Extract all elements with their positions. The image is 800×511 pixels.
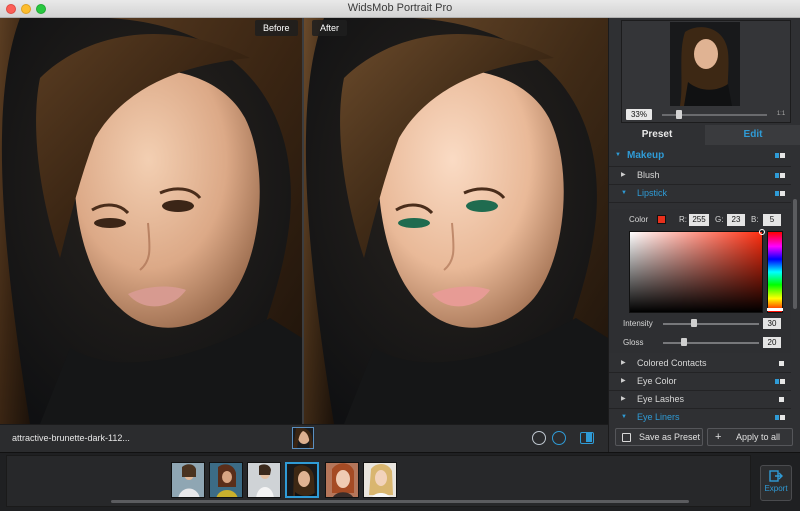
photo-compare-area[interactable]: Before After <box>0 18 608 424</box>
toggle-icon[interactable] <box>775 379 785 384</box>
panel-tabs: Preset Edit <box>609 125 800 145</box>
save-icon <box>622 433 631 442</box>
toggle-icon[interactable] <box>775 173 785 178</box>
file-name: attractive-brunette-dark-112... <box>12 433 130 443</box>
panel-actions: Save as Preset + Apply to all <box>609 424 800 452</box>
export-button[interactable]: Export <box>760 465 792 501</box>
expand-arrow-icon: ▼ <box>615 152 621 158</box>
g-input[interactable]: 23 <box>727 214 745 226</box>
intensity-label: Intensity <box>623 319 653 328</box>
gloss-value[interactable]: 20 <box>763 337 781 348</box>
collapse-arrow-icon: ▶ <box>621 378 626 384</box>
toggle-icon[interactable] <box>775 415 785 420</box>
export-icon <box>769 470 783 482</box>
plus-icon: + <box>715 431 722 443</box>
before-photo <box>0 18 302 424</box>
smile-icon[interactable] <box>552 431 566 445</box>
hue-slider[interactable] <box>767 231 783 313</box>
g-label: G: <box>715 215 724 224</box>
filmstrip-scrollbar[interactable] <box>111 500 689 503</box>
apply-to-all-label: Apply to all <box>736 432 781 442</box>
save-as-preset-button[interactable]: Save as Preset <box>615 428 703 446</box>
toggle-icon[interactable] <box>775 153 785 158</box>
thumbnail[interactable] <box>209 462 243 498</box>
toggle-icon[interactable] <box>775 397 785 402</box>
collapse-arrow-icon: ▶ <box>621 396 626 402</box>
expand-arrow-icon: ▼ <box>621 190 627 196</box>
zoom-slider-knob[interactable] <box>676 110 682 119</box>
window-title: WidsMob Portrait Pro <box>347 2 453 14</box>
intensity-knob[interactable] <box>691 319 697 327</box>
before-label: Before <box>255 20 298 36</box>
lipstick-controls: Color R: 255 G: 23 B: 5 Intensity 30 Glo… <box>609 209 791 353</box>
panel-scrollbar[interactable] <box>793 199 797 309</box>
section-colored-contacts[interactable]: ▶ Colored Contacts <box>609 355 791 373</box>
r-input[interactable]: 255 <box>689 214 709 226</box>
apply-to-all-button[interactable]: + Apply to all <box>707 428 793 446</box>
gloss-knob[interactable] <box>681 338 687 346</box>
b-label: B: <box>751 215 759 224</box>
toggle-icon[interactable] <box>775 361 785 366</box>
section-blush[interactable]: ▶ Blush <box>609 167 791 185</box>
after-label: After <box>312 20 348 36</box>
picker-handle[interactable] <box>759 229 765 235</box>
split-view-icon[interactable] <box>580 432 594 444</box>
zoom-level[interactable]: 33% <box>626 109 652 120</box>
toggle-icon[interactable] <box>775 191 785 196</box>
filmstrip: Export <box>0 452 800 511</box>
thumbnail-selected[interactable] <box>285 462 319 498</box>
section-eye-lashes[interactable]: ▶ Eye Lashes <box>609 391 791 409</box>
section-label: Blush <box>637 170 660 180</box>
section-label: Makeup <box>627 150 665 161</box>
thumbnail[interactable] <box>171 462 205 498</box>
gloss-label: Gloss <box>623 338 644 347</box>
current-photo-thumbnail[interactable] <box>292 427 314 449</box>
collapse-arrow-icon: ▶ <box>621 360 626 366</box>
navigator-preview <box>670 22 740 106</box>
save-as-preset-label: Save as Preset <box>639 432 701 442</box>
thumbnail-strip[interactable] <box>6 455 751 507</box>
hue-handle[interactable] <box>767 308 783 311</box>
color-label: Color <box>629 215 649 224</box>
color-swatch[interactable] <box>657 215 666 224</box>
section-label: Eye Color <box>637 376 677 386</box>
after-photo <box>304 18 608 424</box>
section-label: Eye Lashes <box>637 394 685 404</box>
section-eye-liners[interactable]: ▼ Eye Liners <box>609 409 791 423</box>
expand-arrow-icon: ▼ <box>621 414 627 420</box>
intensity-slider[interactable] <box>663 323 759 325</box>
navigator[interactable]: 33% 1:1 <box>621 20 791 123</box>
thumbnail[interactable] <box>363 462 397 498</box>
photo-info-bar: attractive-brunette-dark-112... <box>0 424 608 452</box>
thumbnail[interactable] <box>247 462 281 498</box>
actual-size-button[interactable]: 1:1 <box>774 110 788 119</box>
collapse-arrow-icon: ▶ <box>621 172 626 178</box>
section-lipstick[interactable]: ▼ Lipstick <box>609 185 791 203</box>
b-input[interactable]: 5 <box>763 214 781 226</box>
export-label: Export <box>764 484 788 493</box>
section-label: Lipstick <box>637 188 668 198</box>
intensity-value[interactable]: 30 <box>763 318 781 329</box>
color-picker-field[interactable] <box>629 229 765 313</box>
edit-panel: 33% 1:1 Preset Edit ▼ Makeup ▶ Blush ▼ L… <box>608 18 800 452</box>
section-label: Eye Liners <box>637 412 680 422</box>
section-label: Colored Contacts <box>637 358 707 368</box>
gloss-slider[interactable] <box>663 342 759 344</box>
tab-edit[interactable]: Edit <box>705 125 800 145</box>
title-bar: WidsMob Portrait Pro <box>0 0 800 18</box>
tab-preset[interactable]: Preset <box>609 125 705 145</box>
r-label: R: <box>679 215 687 224</box>
face-detect-icon[interactable] <box>532 431 546 445</box>
color-row: Color R: 255 G: 23 B: 5 <box>609 213 791 227</box>
section-makeup[interactable]: ▼ Makeup <box>609 147 791 167</box>
thumbnail[interactable] <box>325 462 359 498</box>
section-eye-color[interactable]: ▶ Eye Color <box>609 373 791 391</box>
